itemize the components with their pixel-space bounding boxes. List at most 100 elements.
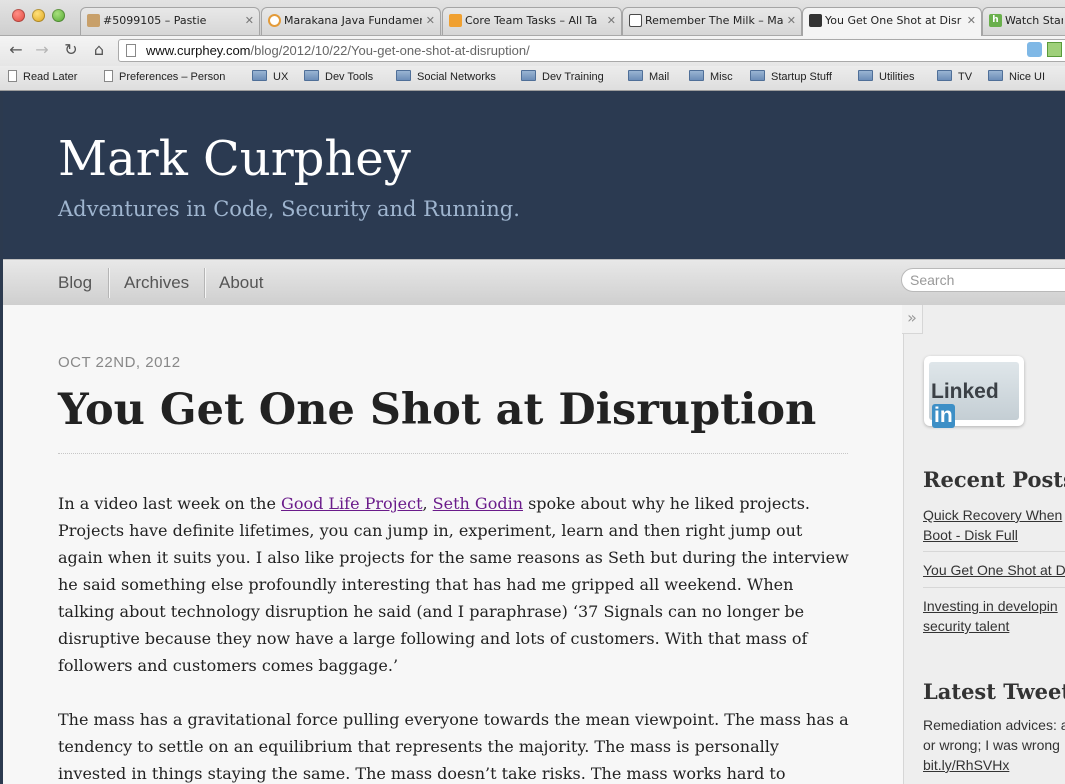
link-line: Boot - Disk Full xyxy=(923,527,1018,543)
site-subtitle: Adventures in Code, Security and Running… xyxy=(58,197,520,221)
nav-divider xyxy=(108,268,109,298)
list-divider xyxy=(923,551,1065,552)
list-divider xyxy=(923,587,1065,588)
main-nav: Blog Archives About Search xyxy=(3,259,1065,306)
recent-post-link[interactable]: Investing in developin security talent xyxy=(923,596,1065,636)
tab-close-icon[interactable]: ✕ xyxy=(607,8,616,34)
pastie-icon xyxy=(87,14,100,27)
good-life-project-link[interactable]: Good Life Project xyxy=(281,494,422,513)
tab-pastie[interactable]: #5099105 – Pastie ✕ xyxy=(80,7,260,35)
sidebar: » Linkedin Recent Posts Quick Recovery W… xyxy=(902,305,1065,784)
tab-title: Remember The Milk – Ma xyxy=(645,14,783,27)
bookmark-label: UX xyxy=(273,71,289,83)
tweet-item: Remediation advices: a or wrong; I was w… xyxy=(923,715,1065,775)
notes-extension-icon[interactable] xyxy=(1047,42,1062,57)
paragraph-text: spoke about why he liked projects. Proje… xyxy=(58,494,849,675)
zoom-window-button[interactable] xyxy=(52,9,65,22)
bookmark-label: Dev Tools xyxy=(325,71,374,83)
page-icon xyxy=(126,44,136,57)
recent-post-link[interactable]: Quick Recovery When Boot - Disk Full xyxy=(923,505,1065,545)
bookmarks-bar: Read Later Preferences – Person UX Dev T… xyxy=(0,66,1065,91)
tab-close-icon[interactable]: ✕ xyxy=(787,8,796,34)
bookmark-folder-tv[interactable]: TV xyxy=(937,70,972,85)
post-date: OCT 22ND, 2012 xyxy=(58,354,181,371)
linkedin-word: Linked xyxy=(931,380,999,403)
bookmark-label: Preferences – Person xyxy=(119,71,226,83)
bookmark-folder-dev-training[interactable]: Dev Training xyxy=(521,70,604,85)
cow-icon xyxy=(629,14,642,27)
window-controls xyxy=(12,9,65,22)
folder-icon xyxy=(252,70,267,81)
reload-icon[interactable]: ↻ xyxy=(61,40,81,60)
site-title[interactable]: Mark Curphey xyxy=(58,131,411,187)
avatar-icon xyxy=(809,14,822,27)
recent-post-link[interactable]: You Get One Shot at D xyxy=(923,560,1065,580)
twitter-extension-icon[interactable] xyxy=(1027,42,1042,57)
forward-arrow-icon[interactable]: → xyxy=(32,40,52,60)
title-divider xyxy=(58,453,848,454)
tab-current-post[interactable]: You Get One Shot at Disr ✕ xyxy=(802,7,982,36)
tweet-text: or wrong; I was wrong xyxy=(923,737,1060,753)
tweet-link[interactable]: bit.ly/RhSVHx xyxy=(923,757,1009,773)
nav-blog[interactable]: Blog xyxy=(58,273,92,293)
post-content: OCT 22ND, 2012 You Get One Shot at Disru… xyxy=(3,305,903,784)
bookmark-folder-mail[interactable]: Mail xyxy=(628,70,669,85)
tab-title: You Get One Shot at Disr xyxy=(825,14,962,27)
bookmark-folder-dev-tools[interactable]: Dev Tools xyxy=(304,70,373,85)
nav-divider xyxy=(204,268,205,298)
tab-title: #5099105 – Pastie xyxy=(103,14,207,27)
bookmark-folder-nice-ui[interactable]: Nice UI xyxy=(988,70,1045,85)
bookmark-label: Social Networks xyxy=(417,71,496,83)
bookmark-preferences[interactable]: Preferences – Person xyxy=(104,70,236,85)
page-icon xyxy=(8,70,17,82)
collapse-sidebar-icon[interactable]: » xyxy=(902,305,923,334)
tab-strip: #5099105 – Pastie ✕ Marakana Java Fundam… xyxy=(0,0,1065,36)
tweet-text: Remediation advices: a xyxy=(923,717,1065,733)
nav-archives[interactable]: Archives xyxy=(124,273,189,293)
linkedin-in-box: in xyxy=(932,404,955,428)
folder-icon xyxy=(521,70,536,81)
tab-remember-the-milk[interactable]: Remember The Milk – Ma ✕ xyxy=(622,7,802,35)
tab-marakana[interactable]: Marakana Java Fundamen ✕ xyxy=(261,7,441,35)
tab-title: Watch Startu xyxy=(1005,14,1063,27)
seth-godin-link[interactable]: Seth Godin xyxy=(433,494,523,513)
nav-about[interactable]: About xyxy=(219,273,263,293)
post-paragraph-1: In a video last week on the Good Life Pr… xyxy=(58,490,850,679)
minimize-window-button[interactable] xyxy=(32,9,45,22)
link-line: security talent xyxy=(923,618,1010,634)
bookmark-folder-social-networks[interactable]: Social Networks xyxy=(396,70,496,85)
tab-title: Core Team Tasks – All Ta xyxy=(465,14,598,27)
bookmark-folder-utilities[interactable]: Utilities xyxy=(858,70,914,85)
tab-core-team-tasks[interactable]: Core Team Tasks – All Ta ✕ xyxy=(442,7,622,35)
tab-close-icon[interactable]: ✕ xyxy=(245,8,254,34)
search-input[interactable]: Search xyxy=(901,268,1065,292)
site-header: Mark Curphey Adventures in Code, Securit… xyxy=(3,91,1065,259)
address-bar[interactable]: www.curphey.com/blog/2012/10/22/You-get-… xyxy=(118,39,1065,62)
url-host: www.curphey.com xyxy=(146,43,251,58)
close-window-button[interactable] xyxy=(12,9,25,22)
bookmark-read-later[interactable]: Read Later xyxy=(8,70,77,85)
bookmark-folder-ux[interactable]: UX xyxy=(252,70,288,85)
h-icon: h xyxy=(989,14,1002,27)
linkedin-badge[interactable]: Linkedin xyxy=(924,356,1024,428)
page-icon xyxy=(104,70,113,82)
tab-close-icon[interactable]: ✕ xyxy=(967,8,976,34)
link-line: You Get One Shot at D xyxy=(923,562,1065,578)
tab-title: Marakana Java Fundamen xyxy=(284,14,422,27)
link-line: Investing in developin xyxy=(923,598,1058,614)
home-icon[interactable]: ⌂ xyxy=(89,40,109,60)
linkedin-logo: Linkedin xyxy=(929,362,1019,428)
folder-icon xyxy=(628,70,643,81)
folder-icon xyxy=(304,70,319,81)
folder-icon xyxy=(988,70,1003,81)
back-arrow-icon[interactable]: ← xyxy=(6,40,26,60)
tab-watch-startup[interactable]: h Watch Startu xyxy=(982,7,1065,35)
search-placeholder: Search xyxy=(910,272,955,288)
bookmark-label: Utilities xyxy=(879,71,915,83)
folder-icon xyxy=(858,70,873,81)
marakana-icon xyxy=(268,14,281,27)
bookmark-folder-startup-stuff[interactable]: Startup Stuff xyxy=(750,70,832,85)
tab-close-icon[interactable]: ✕ xyxy=(426,8,435,34)
bookmark-folder-misc[interactable]: Misc xyxy=(689,70,733,85)
folder-icon xyxy=(396,70,411,81)
